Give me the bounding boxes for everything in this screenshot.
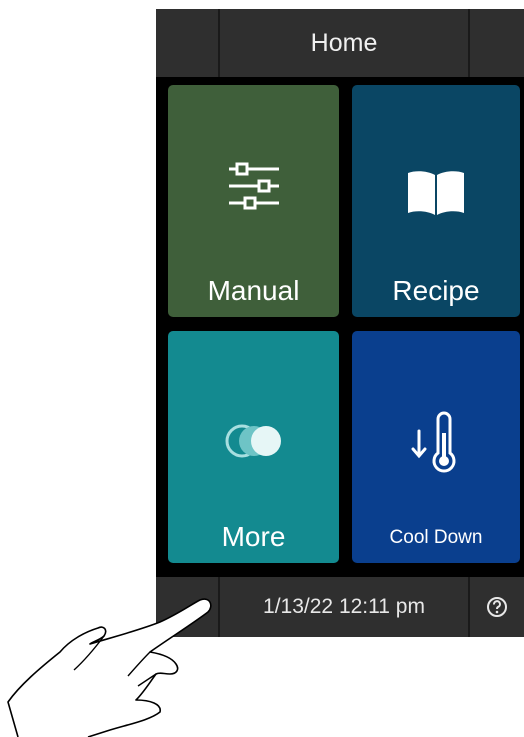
- more-tile-button[interactable]: More: [168, 331, 339, 563]
- more-label: More: [221, 521, 286, 552]
- thermometer-down-icon: [411, 411, 456, 473]
- pointing-hand-icon: [7, 598, 212, 737]
- device-screen: Home Manual Recipe More Cool Down 1/13/2…: [156, 9, 524, 637]
- recipe-label: Recipe: [392, 275, 480, 306]
- sliders-icon: [228, 162, 279, 210]
- header-right-slot: [470, 9, 524, 77]
- cool-down-tile-button[interactable]: Cool Down: [352, 331, 520, 563]
- cool-down-label: Cool Down: [389, 527, 483, 548]
- page-title: Home: [220, 9, 470, 77]
- manual-label: Manual: [207, 275, 300, 306]
- header-left-slot: [156, 9, 220, 77]
- manual-tile-button[interactable]: Manual: [168, 85, 339, 317]
- recipe-tile-button[interactable]: Recipe: [352, 85, 520, 317]
- question-circle-icon: [487, 597, 507, 617]
- open-book-icon: [408, 171, 464, 215]
- header-bar: Home: [156, 9, 524, 77]
- help-button[interactable]: [470, 577, 524, 637]
- datetime-display: 1/13/22 12:11 pm: [220, 577, 470, 637]
- toggle-circles-icon: [225, 424, 281, 458]
